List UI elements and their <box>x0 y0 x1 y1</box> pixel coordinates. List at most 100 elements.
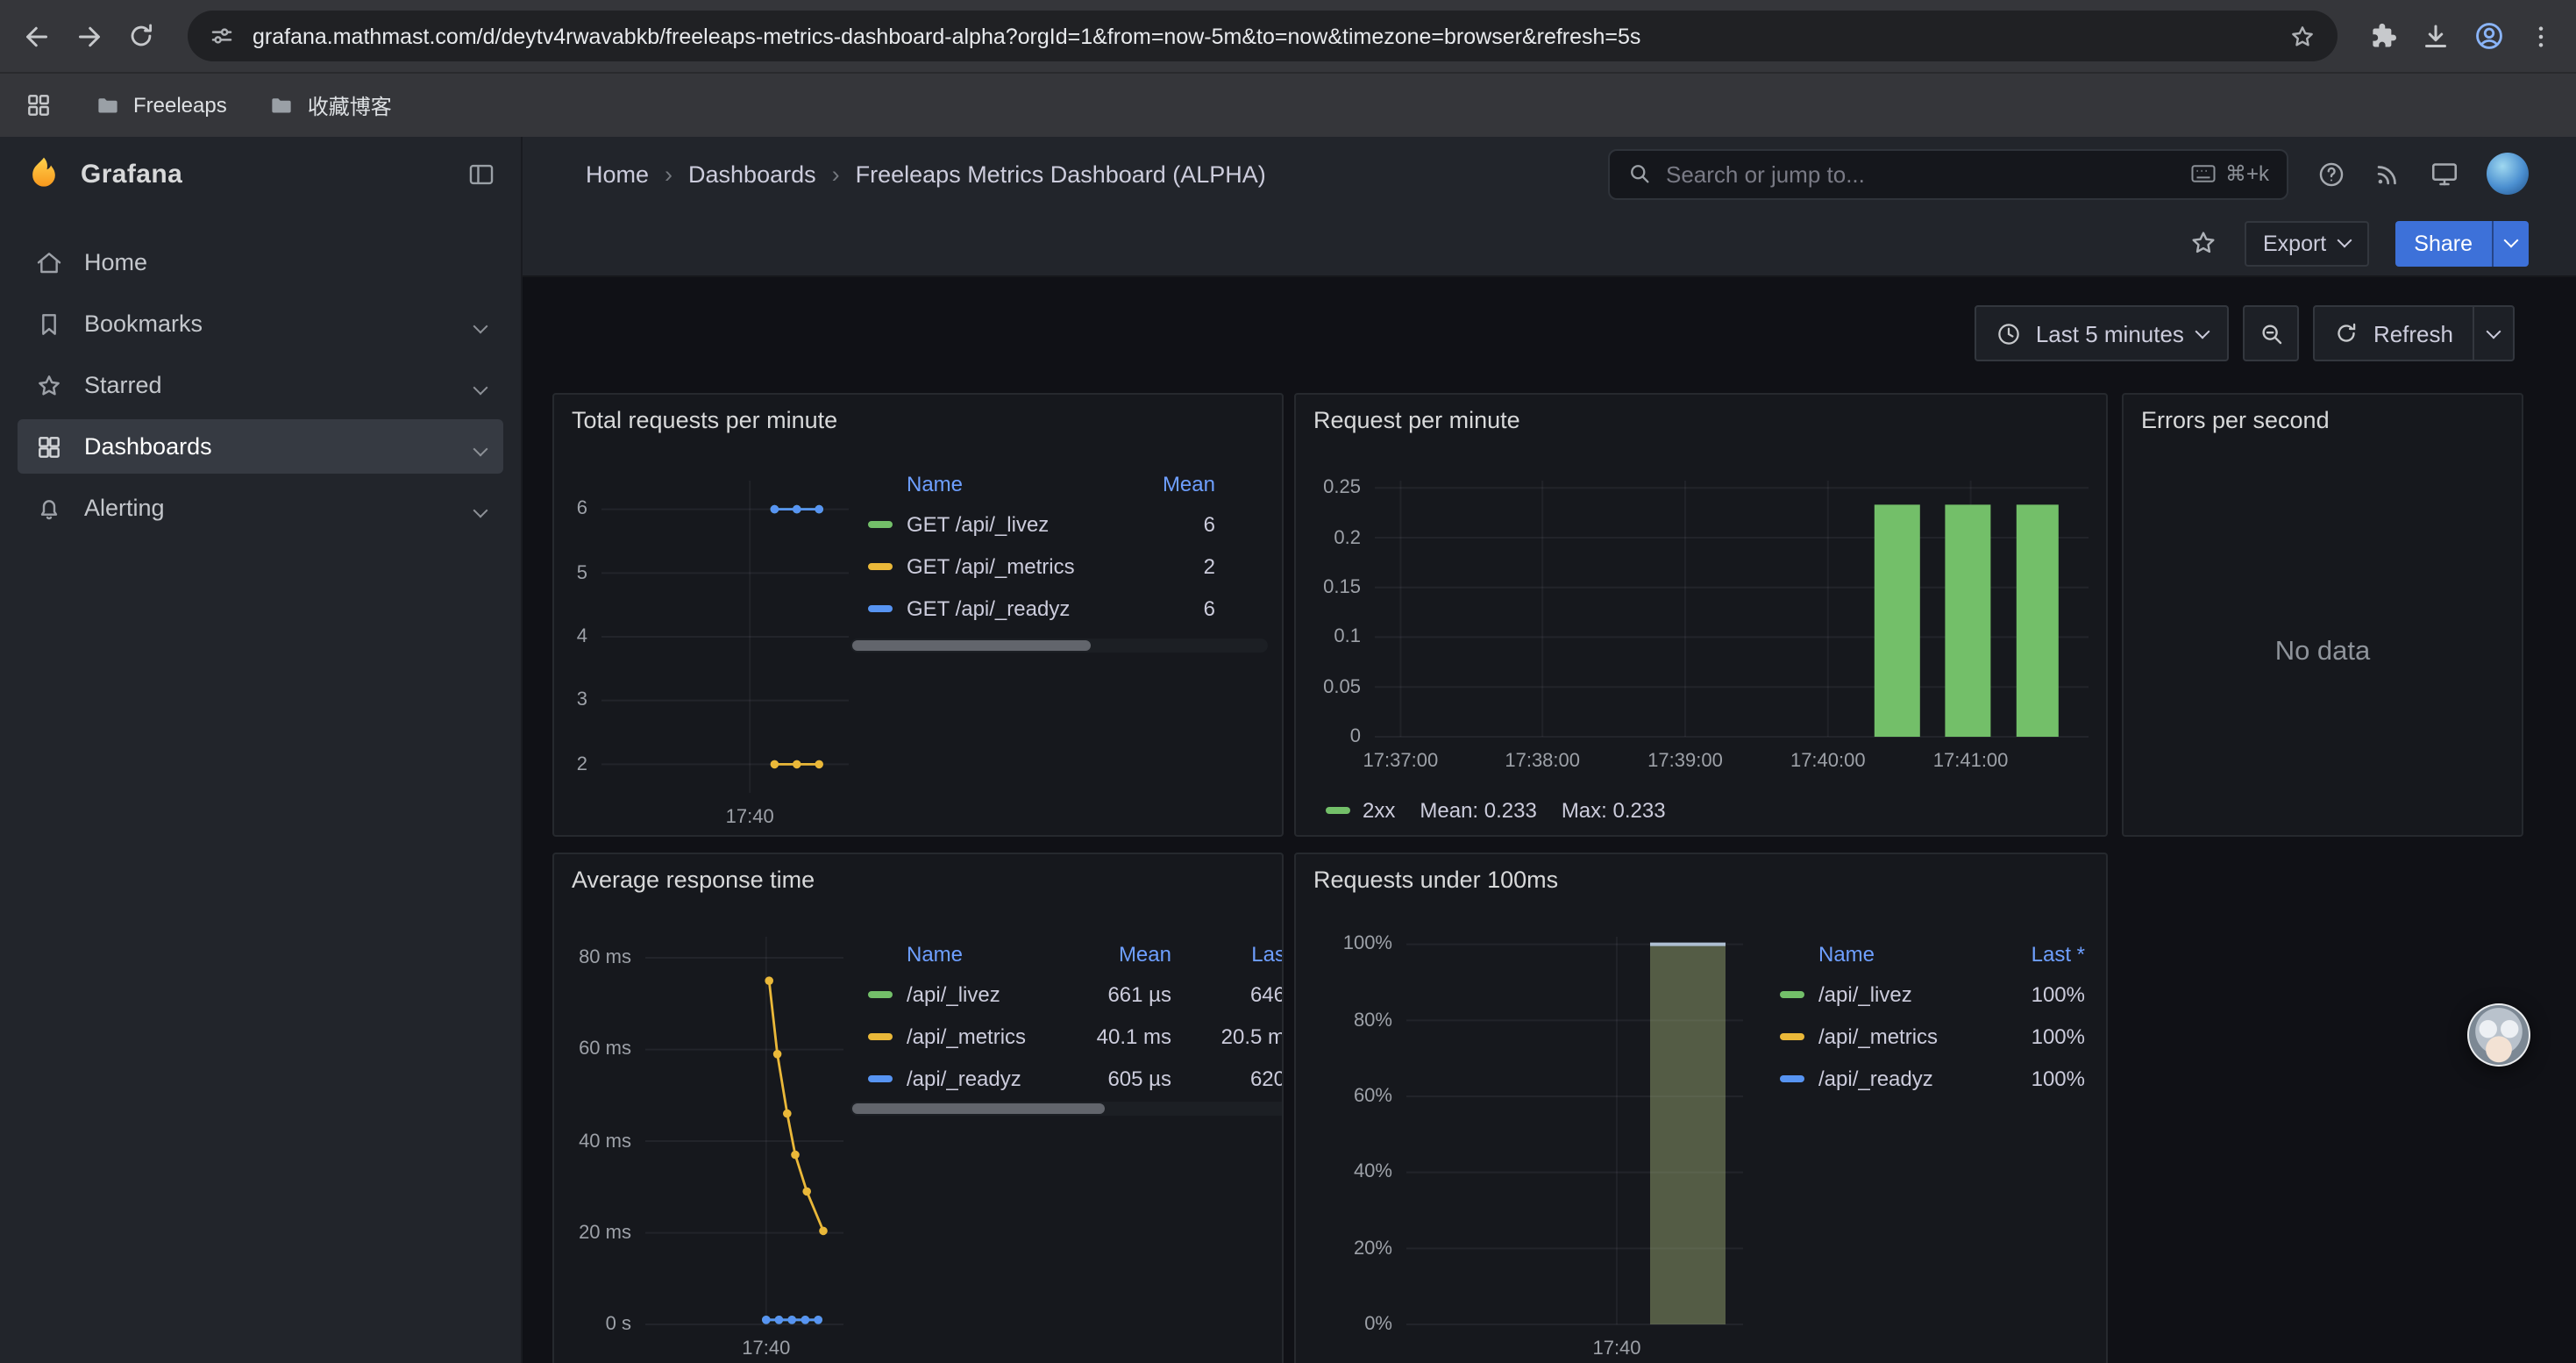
bookmark-star-icon[interactable] <box>2288 22 2316 50</box>
series-color-dash <box>868 1033 893 1040</box>
scrollbar-thumb[interactable] <box>852 1103 1104 1114</box>
legend-scrollbar[interactable] <box>850 639 1268 653</box>
zoom-out-button[interactable] <box>2244 305 2300 361</box>
news-rss-icon[interactable] <box>2373 159 2402 189</box>
bookmarks-bar: Freeleaps 收藏博客 <box>0 72 2576 137</box>
share-dropdown-caret[interactable] <box>2492 220 2529 266</box>
series-color-dash <box>868 1075 893 1082</box>
help-icon[interactable] <box>2316 159 2346 189</box>
y-axis-tick-label: 4 <box>577 626 587 647</box>
browser-toolbar: grafana.mathmast.com/d/deytv4rwavabkb/fr… <box>0 0 2576 72</box>
breadcrumb-home[interactable]: Home <box>586 161 649 187</box>
forward-icon[interactable] <box>74 20 105 52</box>
url-text[interactable]: grafana.mathmast.com/d/deytv4rwavabkb/fr… <box>253 24 2271 48</box>
share-button-main[interactable]: Share <box>2395 220 2492 266</box>
browser-menu-icon[interactable] <box>2527 22 2555 50</box>
grafana-logo[interactable] <box>25 154 63 193</box>
profile-icon[interactable] <box>2473 19 2506 53</box>
back-icon[interactable] <box>21 20 53 52</box>
sidebar-item-starred[interactable]: Starred <box>18 358 503 412</box>
sidebar-item-label: Alerting <box>84 495 165 521</box>
legend-header-name[interactable]: Name <box>907 942 1063 967</box>
search-box[interactable]: ⌘+k <box>1608 148 2288 199</box>
main-area: Home › Dashboards › Freeleaps Metrics Da… <box>523 137 2576 1363</box>
legend-header-mean[interactable]: Mean <box>1124 472 1215 496</box>
download-icon[interactable] <box>2420 20 2451 52</box>
monitor-icon[interactable] <box>2429 158 2460 189</box>
refresh-control: Refresh <box>2314 305 2515 361</box>
legend-row[interactable]: /api/_readyz 605 µs 620 <box>850 1058 1284 1100</box>
legend-header-name[interactable]: Name <box>907 472 1124 496</box>
dashboard-toolbar: Export Share <box>523 211 2576 277</box>
legend-row[interactable]: /api/_readyz 100% <box>1762 1058 2099 1100</box>
chevron-down-icon[interactable] <box>475 310 486 337</box>
breadcrumb-current: Freeleaps Metrics Dashboard (ALPHA) <box>856 161 1266 187</box>
panel-title[interactable]: Total requests per minute <box>572 407 837 433</box>
panel-title[interactable]: Requests under 100ms <box>1313 867 1558 893</box>
legend-row[interactable]: /api/_metrics 100% <box>1762 1016 2099 1058</box>
breadcrumb-separator: › <box>832 161 840 187</box>
y-axis-tick-label: 20% <box>1354 1238 1392 1259</box>
chart-canvas <box>1375 481 2089 737</box>
sidebar-item-home[interactable]: Home <box>18 235 503 289</box>
bookmark-item[interactable]: 收藏博客 <box>269 90 392 120</box>
legend-header-mean[interactable]: Mean <box>1063 942 1171 967</box>
sidebar-item-dashboards[interactable]: Dashboards <box>18 419 503 474</box>
chevron-down-icon[interactable] <box>475 372 486 398</box>
legend-header-name[interactable]: Name <box>1818 942 1994 967</box>
scrollbar-thumb[interactable] <box>852 640 1090 651</box>
legend-row[interactable]: /api/_livez 100% <box>1762 974 2099 1016</box>
legend-row[interactable]: GET /api/_readyz 6 <box>850 588 1268 630</box>
legend-scrollbar[interactable] <box>850 1102 1284 1116</box>
y-axis-tick-label: 6 <box>577 499 587 520</box>
header-icons <box>2316 153 2529 195</box>
legend-line[interactable]: 2xx Mean: 0.233 Max: 0.233 <box>1326 798 1666 823</box>
breadcrumb-dashboards[interactable]: Dashboards <box>688 161 816 187</box>
legend-header-last[interactable]: Las <box>1171 942 1284 967</box>
legend-header-last[interactable]: Last * <box>1994 942 2099 967</box>
y-axis-tick-label: 0.05 <box>1323 676 1361 697</box>
export-button[interactable]: Export <box>2244 220 2368 266</box>
y-axis-tick-label: 60 ms <box>579 1039 631 1060</box>
refresh-interval-caret[interactable] <box>2473 307 2513 360</box>
dock-sidebar-icon[interactable] <box>466 159 496 189</box>
apps-grid-icon[interactable] <box>25 91 53 119</box>
legend-row[interactable]: /api/_metrics 40.1 ms 20.5 m <box>850 1016 1284 1058</box>
sidebar-item-alerting[interactable]: Alerting <box>18 481 503 535</box>
chart-plot: 0.250.20.150.10.05017:37:0017:38:0017:39… <box>1375 481 2089 737</box>
panel-title[interactable]: Errors per second <box>2141 407 2330 433</box>
legend-row[interactable]: GET /api/_livez 6 <box>850 503 1268 546</box>
favorite-star-icon[interactable] <box>2188 228 2217 258</box>
refresh-button[interactable]: Refresh <box>2316 307 2473 360</box>
sidebar-item-label: Dashboards <box>84 433 212 460</box>
bookmark-label: 收藏博客 <box>308 90 392 120</box>
sidebar: Grafana Home Bookmarks <box>0 137 523 1363</box>
panel-title[interactable]: Average response time <box>572 867 815 893</box>
x-axis-tick-label: 17:37:00 <box>1363 751 1439 772</box>
time-range-picker[interactable]: Last 5 minutes <box>1975 305 2230 361</box>
site-info-icon[interactable] <box>209 23 235 49</box>
clock-icon <box>1996 320 2022 346</box>
legend-row[interactable]: /api/_livez 661 µs 646 <box>850 974 1284 1016</box>
sidebar-item-bookmarks[interactable]: Bookmarks <box>18 296 503 351</box>
x-axis-tick-label: 17:41:00 <box>1933 751 2009 772</box>
chart-canvas <box>1406 937 1743 1324</box>
legend-row[interactable]: GET /api/_metrics 2 <box>850 546 1268 588</box>
chevron-down-icon[interactable] <box>475 495 486 521</box>
refresh-icon <box>2335 321 2359 346</box>
chevron-down-icon[interactable] <box>475 433 486 460</box>
reload-icon[interactable] <box>126 21 156 51</box>
series-color-dash <box>1780 991 1804 998</box>
url-bar[interactable]: grafana.mathmast.com/d/deytv4rwavabkb/fr… <box>188 11 2338 61</box>
bookmark-item[interactable]: Freeleaps <box>95 92 227 118</box>
user-avatar[interactable] <box>2487 153 2529 195</box>
floating-avatar[interactable] <box>2467 1003 2530 1067</box>
sidebar-nav: Home Bookmarks Starred <box>0 211 521 560</box>
search-input[interactable] <box>1666 161 2176 187</box>
y-axis-tick-label: 0 s <box>606 1314 631 1335</box>
panel-title[interactable]: Request per minute <box>1313 407 1520 433</box>
extensions-icon[interactable] <box>2369 21 2399 51</box>
sidebar-item-label: Starred <box>84 372 162 398</box>
breadcrumb-separator: › <box>665 161 672 187</box>
y-axis-tick-label: 0.15 <box>1323 577 1361 598</box>
